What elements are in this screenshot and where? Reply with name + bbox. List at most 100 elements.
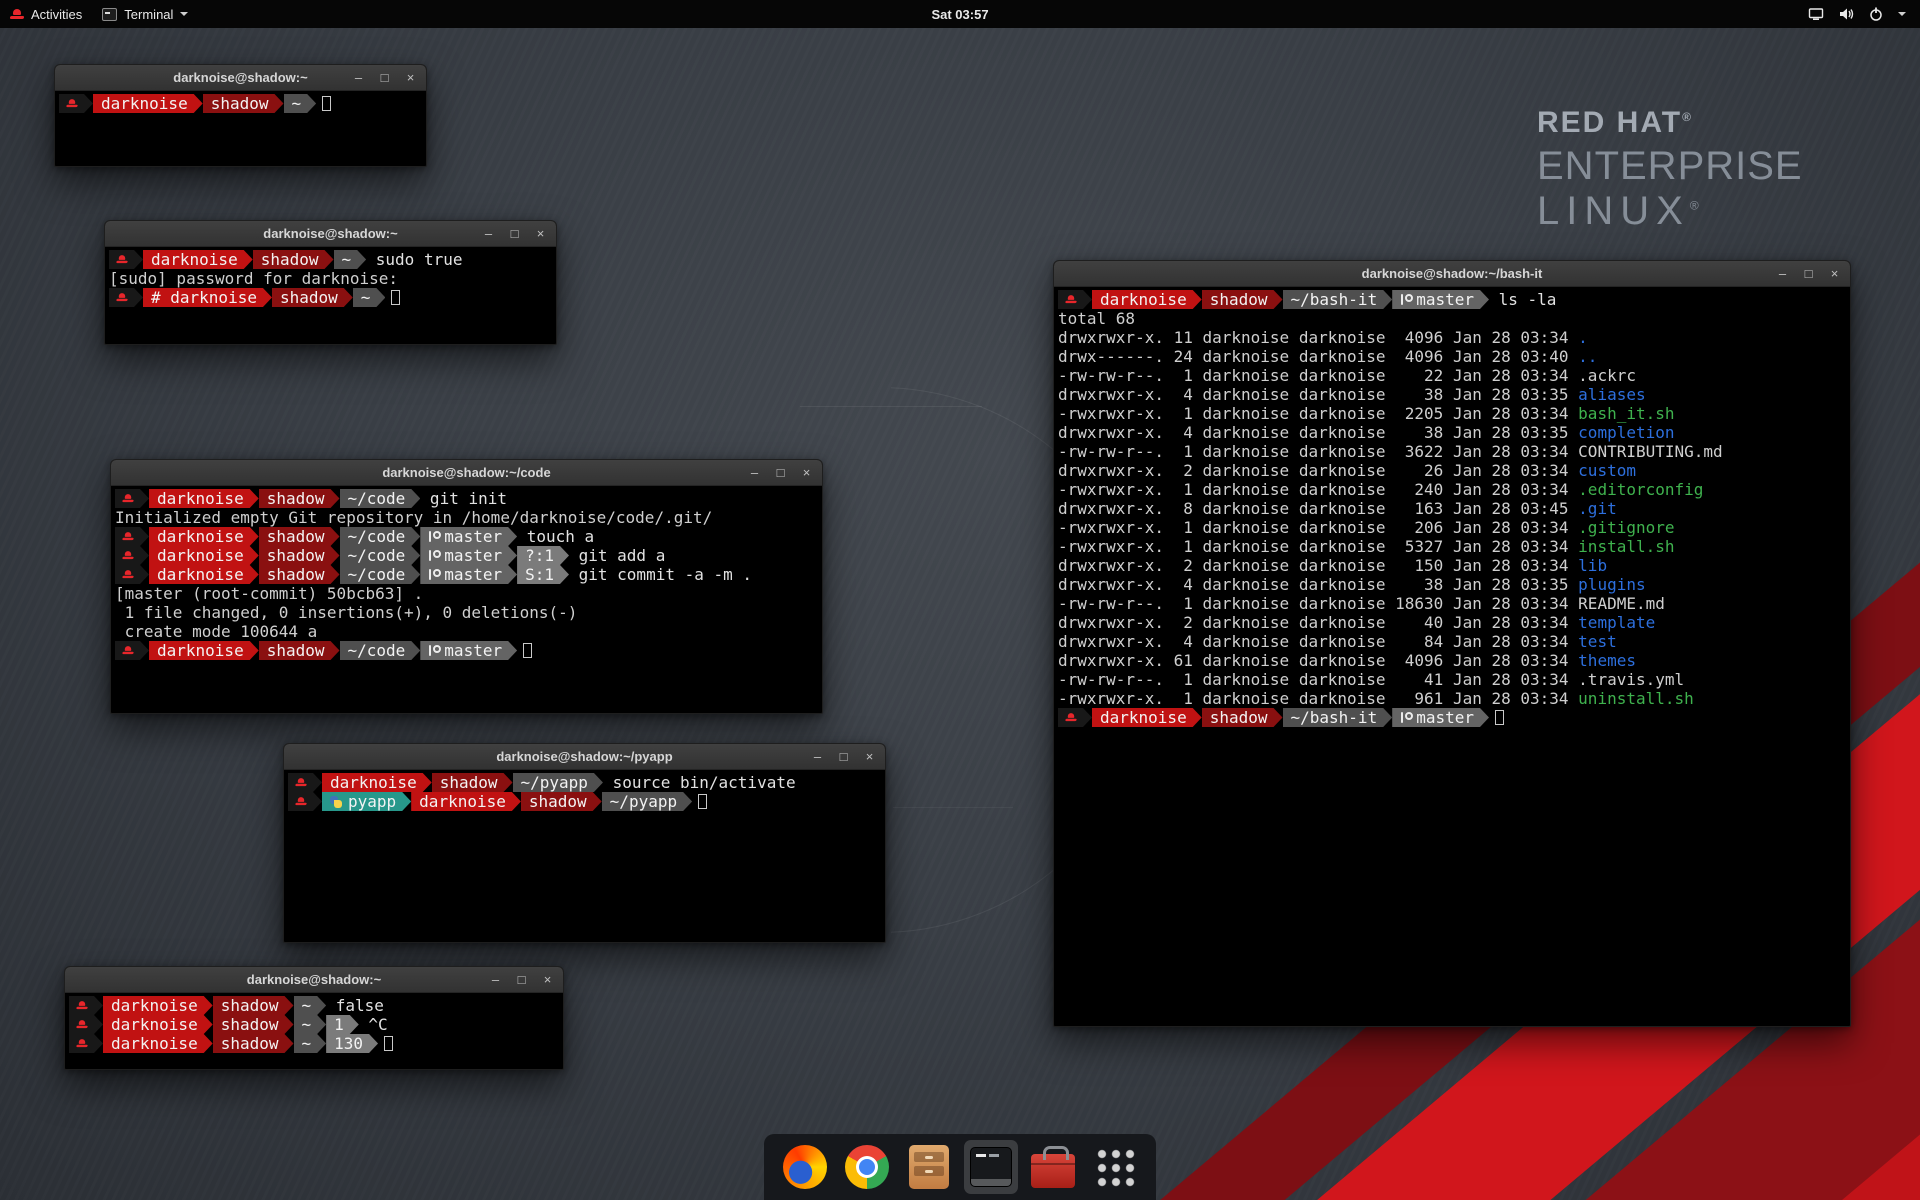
prompt-segment: darknoise xyxy=(1092,708,1202,727)
terminal-text: [sudo] password for darknoise: xyxy=(109,269,408,288)
prompt-hat-segment xyxy=(115,565,149,584)
terminal-text: .gitignore xyxy=(1578,518,1674,537)
maximize-icon[interactable]: □ xyxy=(774,466,787,479)
branch-icon xyxy=(428,530,438,543)
prompt-segment: ~ xyxy=(294,1015,327,1034)
prompt-segment: master xyxy=(1392,290,1489,309)
prompt-segment: ~/bash-it xyxy=(1283,290,1393,309)
terminal-line: -rw-rw-r--. 1 darknoise darknoise 3622 J… xyxy=(1058,442,1846,461)
dock-item-terminal[interactable] xyxy=(964,1140,1018,1194)
prompt-segment: ~ xyxy=(353,288,386,307)
minimize-icon[interactable]: – xyxy=(482,227,495,240)
segment-label: master xyxy=(1416,708,1474,727)
close-icon[interactable]: × xyxy=(1828,267,1841,280)
dock-item-firefox[interactable] xyxy=(778,1140,832,1194)
terminal-text: create mode 100644 a xyxy=(115,622,317,641)
prompt-segment: shadow xyxy=(213,996,294,1015)
terminal-text: install.sh xyxy=(1578,537,1674,556)
segment-label: darknoise xyxy=(1100,708,1187,727)
prompt-segment: ~ xyxy=(284,94,317,113)
terminal-output[interactable]: darknoiseshadow~ xyxy=(55,91,426,166)
segment-label: ~/pyapp xyxy=(610,792,677,811)
close-icon[interactable]: × xyxy=(404,71,417,84)
terminal-line: drwxrwxr-x. 11 darknoise darknoise 4096 … xyxy=(1058,328,1846,347)
prompt-hat-segment xyxy=(109,288,143,307)
segment-label: darknoise xyxy=(151,250,238,269)
redhat-prompt-icon xyxy=(76,1001,87,1010)
window-titlebar[interactable]: darknoise@shadow:~ – □ × xyxy=(65,967,563,993)
chevron-down-icon xyxy=(1898,12,1906,16)
minimize-icon[interactable]: – xyxy=(489,973,502,986)
terminal-output[interactable]: darknoiseshadow~/bash-itmaster ls -latot… xyxy=(1054,287,1850,1026)
segment-label: darknoise xyxy=(157,489,244,508)
maximize-icon[interactable]: □ xyxy=(837,750,850,763)
terminal-text: -rwxrwxr-x. 1 darknoise darknoise 961 Ja… xyxy=(1058,689,1578,708)
terminal-line: [master (root-commit) 50bcb63] . xyxy=(115,584,818,603)
window-titlebar[interactable]: darknoise@shadow:~ – □ × xyxy=(105,221,556,247)
terminal-line: darknoiseshadow~/bash-itmaster xyxy=(1058,708,1846,727)
prompt-segment: ~/code xyxy=(340,546,421,565)
prompt-segment: shadow xyxy=(521,792,602,811)
terminal-line: -rwxrwxr-x. 1 darknoise darknoise 206 Ja… xyxy=(1058,518,1846,537)
dock-item-toolbox[interactable] xyxy=(1026,1140,1080,1194)
terminal-text: -rwxrwxr-x. 1 darknoise darknoise 206 Ja… xyxy=(1058,518,1578,537)
terminal-line: darknoiseshadow~/pyapp source bin/activa… xyxy=(288,773,881,792)
volume-icon xyxy=(1838,6,1854,22)
prompt-segment: shadow xyxy=(259,565,340,584)
terminal-text: -rwxrwxr-x. 1 darknoise darknoise 240 Ja… xyxy=(1058,480,1578,499)
segment-label: shadow xyxy=(267,565,325,584)
terminal-text: drwxrwxr-x. 11 darknoise darknoise 4096 … xyxy=(1058,328,1578,347)
redhat-brand-logo: RED HAT® ENTERPRISE LINUX® xyxy=(1537,106,1803,234)
system-status-area[interactable] xyxy=(1808,6,1920,22)
dock-item-chrome[interactable] xyxy=(840,1140,894,1194)
maximize-icon[interactable]: □ xyxy=(515,973,528,986)
prompt-hat-segment xyxy=(1058,290,1092,309)
prompt-segment: ~/pyapp xyxy=(602,792,692,811)
clock[interactable]: Sat 03:57 xyxy=(931,7,988,22)
prompt-segment: ?:1 xyxy=(517,546,569,565)
minimize-icon[interactable]: – xyxy=(811,750,824,763)
activities-button[interactable]: Activities xyxy=(0,0,92,28)
redhat-prompt-icon xyxy=(122,494,133,503)
window-titlebar[interactable]: darknoise@shadow:~/bash-it – □ × xyxy=(1054,261,1850,287)
terminal-text: drwxrwxr-x. 8 darknoise darknoise 163 Ja… xyxy=(1058,499,1578,518)
dock-item-files[interactable] xyxy=(902,1140,956,1194)
minimize-icon[interactable]: – xyxy=(352,71,365,84)
terminal-text: .ackrc xyxy=(1578,366,1636,385)
terminal-output[interactable]: darknoiseshadow~/pyapp source bin/activa… xyxy=(284,770,885,942)
minimize-icon[interactable]: – xyxy=(748,466,761,479)
segment-label: ~ xyxy=(342,250,352,269)
terminal-cursor xyxy=(384,1036,393,1051)
segment-label: ~/bash-it xyxy=(1291,708,1378,727)
segment-label: shadow xyxy=(280,288,338,307)
branch-icon xyxy=(428,568,438,581)
window-titlebar[interactable]: darknoise@shadow:~ – □ × xyxy=(55,65,426,91)
prompt-hat-segment xyxy=(288,773,322,792)
dock-item-app-grid[interactable] xyxy=(1088,1140,1142,1194)
terminal-line: darknoiseshadow~/codemaster xyxy=(115,641,818,660)
maximize-icon[interactable]: □ xyxy=(508,227,521,240)
branch-icon xyxy=(428,644,438,657)
terminal-text: template xyxy=(1578,613,1655,632)
segment-label: ~/code xyxy=(348,489,406,508)
terminal-output[interactable]: darknoiseshadow~ sudo true[sudo] passwor… xyxy=(105,247,556,344)
window-titlebar[interactable]: darknoise@shadow:~/code – □ × xyxy=(111,460,822,486)
close-icon[interactable]: × xyxy=(534,227,547,240)
toolbox-icon xyxy=(1031,1154,1075,1188)
window-titlebar[interactable]: darknoise@shadow:~/pyapp – □ × xyxy=(284,744,885,770)
terminal-output[interactable]: darknoiseshadow~/code git initInitialize… xyxy=(111,486,822,713)
maximize-icon[interactable]: □ xyxy=(1802,267,1815,280)
terminal-output[interactable]: darknoiseshadow~ falsedarknoiseshadow~1 … xyxy=(65,993,563,1069)
close-icon[interactable]: × xyxy=(800,466,813,479)
app-menu-terminal[interactable]: Terminal xyxy=(92,0,198,28)
terminal-cursor xyxy=(322,96,331,111)
minimize-icon[interactable]: – xyxy=(1776,267,1789,280)
segment-label: master xyxy=(444,527,502,546)
close-icon[interactable]: × xyxy=(541,973,554,986)
close-icon[interactable]: × xyxy=(863,750,876,763)
maximize-icon[interactable]: □ xyxy=(378,71,391,84)
segment-label: master xyxy=(1416,290,1474,309)
prompt-segment: shadow xyxy=(432,773,513,792)
terminal-line: drwxrwxr-x. 4 darknoise darknoise 38 Jan… xyxy=(1058,575,1846,594)
terminal-line: drwxrwxr-x. 4 darknoise darknoise 38 Jan… xyxy=(1058,385,1846,404)
